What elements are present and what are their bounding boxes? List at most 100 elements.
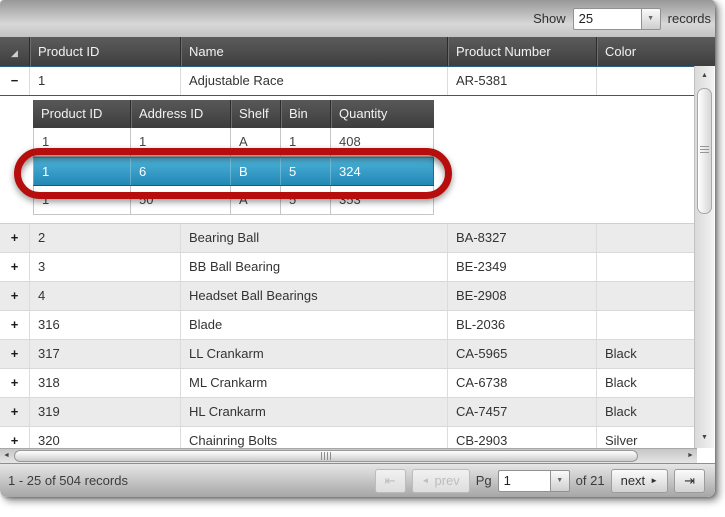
cell-product-number: BL-2036	[447, 311, 596, 339]
grid-header: ◢ Product ID Name Product Number Color	[0, 37, 715, 66]
scroll-up-icon: ▲	[701, 72, 708, 79]
table-row[interactable]: + 318 ML Crankarm CA-6738 Black	[0, 369, 694, 398]
subgrid-row[interactable]: 1 1 A 1 408	[33, 128, 434, 157]
cell-quantity: 324	[330, 158, 434, 185]
expand-row-button[interactable]: +	[0, 369, 29, 397]
chevron-down-icon: ▼	[647, 15, 654, 22]
cell-product-number: CA-7457	[447, 398, 596, 426]
table-row[interactable]: + 316 Blade BL-2036	[0, 311, 694, 340]
cell-product-id: 3	[29, 253, 180, 281]
table-row[interactable]: + 4 Headset Ball Bearings BE-2908	[0, 282, 694, 311]
subgrid-column-product-id[interactable]: Product ID	[33, 100, 130, 128]
subgrid-row[interactable]: 1 50 A 5 353	[33, 186, 434, 215]
cell-product-number: AR-5381	[447, 67, 596, 95]
last-page-button[interactable]: ⇥	[674, 469, 705, 493]
detail-panel: Product ID Address ID Shelf Bin Quantity…	[0, 96, 694, 224]
cell-color: Black	[596, 369, 694, 397]
grid-body: − 1 Adjustable Race AR-5381 Product ID A…	[0, 66, 715, 448]
first-page-button[interactable]: ⇤	[375, 469, 406, 493]
scroll-left-icon: ◄	[3, 452, 10, 459]
scrollbar-grip-icon	[700, 146, 709, 155]
records-status: 1 - 25 of 504 records	[8, 473, 128, 488]
page-size-combo: ▼	[573, 8, 661, 30]
cell-product-number: BE-2349	[447, 253, 596, 281]
subgrid-row-selected[interactable]: 1 6 B 5 324	[33, 157, 434, 186]
cell-color: Silver	[596, 427, 694, 448]
prev-label: prev	[434, 473, 459, 488]
cell-product-id: 318	[29, 369, 180, 397]
scroll-right-button[interactable]: ►	[684, 449, 697, 463]
cell-product-number: BA-8327	[447, 224, 596, 252]
cell-product-id: 1	[29, 67, 180, 95]
of-total-label: of 21	[576, 473, 605, 488]
page-number-input[interactable]	[498, 470, 550, 492]
subgrid-column-address-id[interactable]: Address ID	[130, 100, 230, 128]
subgrid-column-quantity[interactable]: Quantity	[330, 100, 434, 128]
cell-name: ML Crankarm	[180, 369, 447, 397]
expand-row-button[interactable]: +	[0, 427, 29, 448]
cell-quantity: 408	[330, 128, 434, 156]
vertical-scrollbar[interactable]: ▲ ▼	[694, 66, 714, 448]
cell-product-id: 320	[29, 427, 180, 448]
cell-quantity: 353	[330, 186, 434, 214]
subgrid-header: Product ID Address ID Shelf Bin Quantity	[33, 100, 434, 128]
horizontal-scrollbar-thumb[interactable]	[14, 450, 638, 462]
scroll-down-button[interactable]: ▼	[695, 430, 714, 446]
column-header-color[interactable]: Color	[596, 37, 715, 66]
cell-product-id: 4	[29, 282, 180, 310]
expand-row-button[interactable]: +	[0, 224, 29, 252]
cell-color	[596, 253, 694, 281]
expand-row-button[interactable]: +	[0, 282, 29, 310]
table-row[interactable]: + 320 Chainring Bolts CB-2903 Silver	[0, 427, 694, 448]
cell-product-number: BE-2908	[447, 282, 596, 310]
cell-name: HL Crankarm	[180, 398, 447, 426]
cell-color: Black	[596, 398, 694, 426]
vertical-scrollbar-thumb[interactable]	[697, 88, 712, 214]
scroll-left-button[interactable]: ◄	[0, 449, 13, 463]
cell-address-id: 6	[130, 158, 230, 185]
scroll-up-button[interactable]: ▲	[695, 68, 714, 84]
show-label: Show	[533, 11, 566, 26]
table-row[interactable]: + 2 Bearing Ball BA-8327	[0, 224, 694, 253]
collapse-all-button[interactable]: ◢	[0, 37, 29, 66]
page-size-dropdown-button[interactable]: ▼	[641, 8, 661, 30]
horizontal-scrollbar[interactable]: ◄ ►	[0, 448, 697, 463]
grid-toolbar: Show ▼ records	[0, 0, 715, 37]
page-number-dropdown-button[interactable]: ▼	[550, 470, 570, 492]
cell-product-number: CA-5965	[447, 340, 596, 368]
cell-product-id: 1	[33, 128, 130, 156]
records-label: records	[668, 11, 711, 26]
next-page-button[interactable]: next ►	[611, 469, 669, 493]
next-label: next	[621, 473, 646, 488]
subgrid-column-bin[interactable]: Bin	[280, 100, 330, 128]
collapse-row-button[interactable]: −	[0, 67, 29, 95]
next-arrow-icon: ►	[650, 476, 658, 485]
scroll-right-icon: ►	[687, 452, 694, 459]
collapse-all-icon: ◢	[11, 48, 18, 58]
table-row[interactable]: + 317 LL Crankarm CA-5965 Black	[0, 340, 694, 369]
column-header-product-id[interactable]: Product ID	[29, 37, 180, 66]
table-row[interactable]: + 3 BB Ball Bearing BE-2349	[0, 253, 694, 282]
cell-address-id: 1	[130, 128, 230, 156]
prev-page-button[interactable]: ◄ prev	[412, 469, 470, 493]
data-grid-widget: Show ▼ records ◢ Product ID Name Product…	[0, 0, 715, 497]
expand-row-button[interactable]: +	[0, 398, 29, 426]
pg-label: Pg	[476, 473, 492, 488]
rows-pane: − 1 Adjustable Race AR-5381 Product ID A…	[0, 66, 694, 448]
subgrid-column-shelf[interactable]: Shelf	[230, 100, 280, 128]
cell-product-id: 319	[29, 398, 180, 426]
cell-product-number: CB-2903	[447, 427, 596, 448]
pagination-controls: ⇤ ◄ prev Pg ▼ of 21 next ► ⇥	[375, 469, 705, 493]
expand-row-button[interactable]: +	[0, 340, 29, 368]
expand-row-button[interactable]: +	[0, 311, 29, 339]
cell-product-id: 2	[29, 224, 180, 252]
cell-product-id: 316	[29, 311, 180, 339]
page-size-input[interactable]	[573, 8, 641, 30]
column-header-name[interactable]: Name	[180, 37, 447, 66]
table-row[interactable]: + 319 HL Crankarm CA-7457 Black	[0, 398, 694, 427]
column-header-product-number[interactable]: Product Number	[447, 37, 596, 66]
cell-bin: 5	[280, 158, 330, 185]
cell-name: Bearing Ball	[180, 224, 447, 252]
table-row[interactable]: − 1 Adjustable Race AR-5381	[0, 66, 694, 96]
expand-row-button[interactable]: +	[0, 253, 29, 281]
